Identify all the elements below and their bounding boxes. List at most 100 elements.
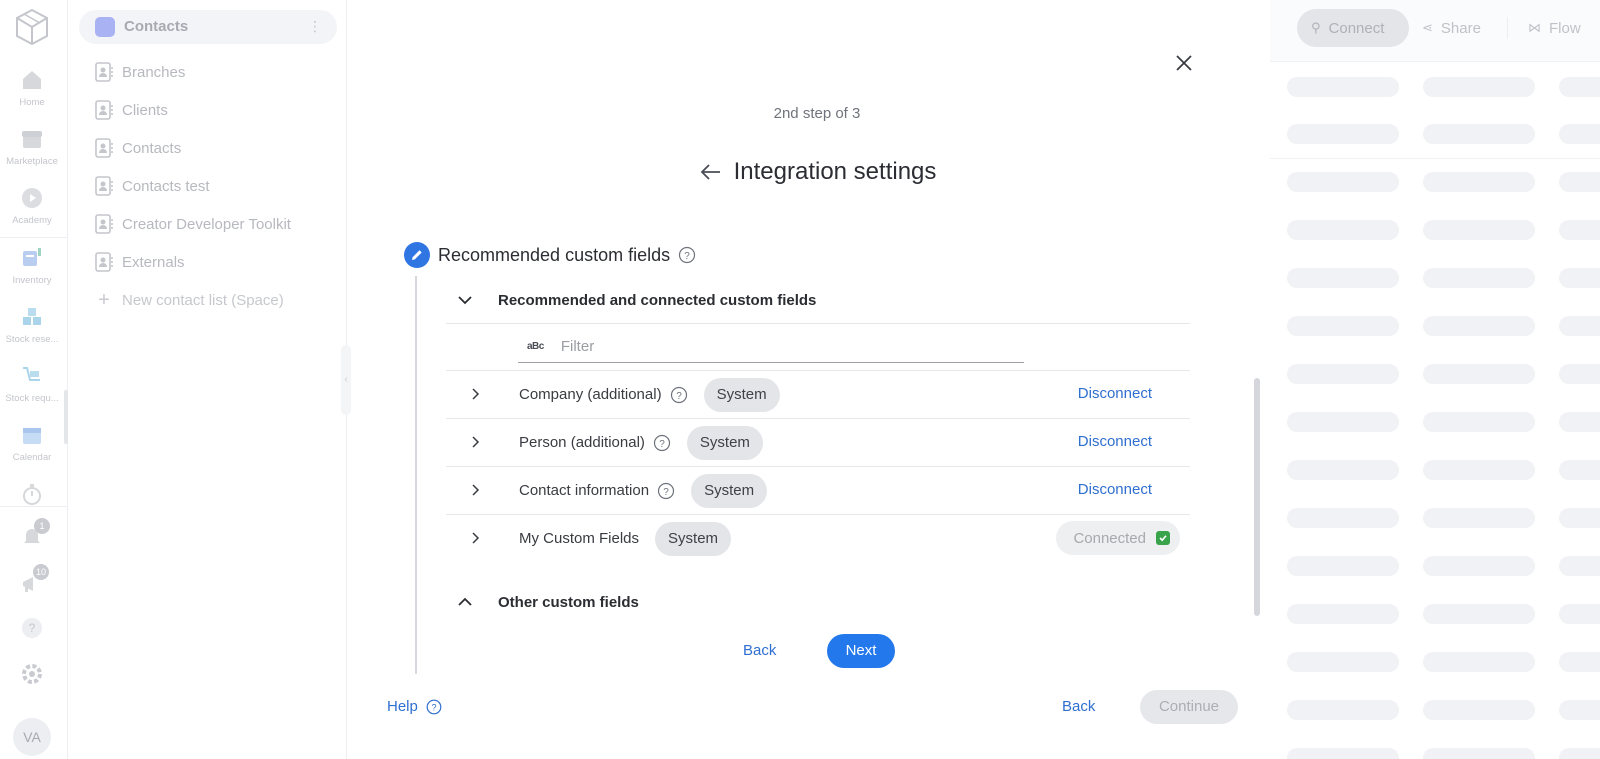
skeleton-cell [1423,652,1535,672]
field-name: My Custom Fields [519,530,640,547]
rail-item-settings[interactable] [0,662,64,686]
skeleton-cell [1287,556,1399,576]
rail-item-home[interactable]: Home [0,68,64,108]
next-button[interactable]: Next [827,634,895,668]
continue-button[interactable]: Continue [1140,690,1238,724]
store-icon [22,131,42,148]
step-indicator: 2nd step of 3 [773,105,861,122]
skeleton-cell [1423,460,1535,480]
rail-item-timer[interactable] [0,482,64,506]
chevron-right-icon[interactable] [466,433,484,451]
chevron-right-icon[interactable] [466,529,484,547]
app-rail: Home Marketplace Academy Inventory Stock… [0,0,68,759]
chevron-right-icon[interactable] [466,385,484,403]
skeleton-cell [1559,508,1600,528]
skeleton-cell [1559,316,1600,336]
new-contact-list-label: New contact list (Space) [122,291,284,309]
skeleton-cell [1287,652,1399,672]
custom-field-row: Contact information ? System Disconnect [446,467,1190,514]
rail-item-inventory[interactable]: Inventory [0,246,64,286]
contact-book-icon [95,100,113,120]
rail-label: Calendar [12,452,52,463]
stopwatch-icon [23,484,41,505]
flow-button[interactable]: ⋈ Flow [1528,9,1581,47]
skeleton-cell [1423,604,1535,624]
back-arrow-icon[interactable] [698,159,724,185]
svg-text:?: ? [676,391,682,402]
rail-item-marketplace[interactable]: Marketplace [0,127,64,167]
skeleton-cell [1559,556,1600,576]
section-title: Recommended custom fields [438,244,671,265]
step-back-button[interactable]: Back [743,642,776,659]
skeleton-cell [1423,364,1535,384]
cart-icon [23,367,40,381]
skeleton-cell [1287,748,1399,759]
rail-item-stock-requests[interactable]: Stock requ... [0,364,64,404]
filter-field[interactable]: aBc [518,331,1024,363]
sidebar-item-branches[interactable]: Branches [95,60,185,84]
more-vertical-icon[interactable]: ⋮ [308,18,322,35]
modal-title: Integration settings [733,158,937,185]
rail-item-help[interactable]: ? [0,616,64,640]
connect-button[interactable]: ⚲ Connect [1297,9,1409,47]
play-icon [22,188,42,208]
contact-book-icon [95,138,113,158]
skeleton-cell [1559,700,1600,720]
skeleton-cell [1423,748,1535,759]
rail-item-notifications[interactable] [0,524,64,548]
field-name: Contact information [519,482,650,499]
modal-scrollbar[interactable] [1254,378,1260,616]
svg-text:?: ? [431,702,436,712]
question-circle-icon[interactable]: ? [657,482,675,500]
sidebar-item-clients[interactable]: Clients [95,98,168,122]
home-icon [23,71,41,89]
connected-label: Connected [1073,529,1146,547]
back-button[interactable]: Back [1062,698,1095,715]
disconnect-button[interactable]: Disconnect [1078,433,1152,450]
rail-item-announcements[interactable] [0,572,64,596]
new-contact-list-button[interactable]: + New contact list (Space) [95,288,284,312]
sidebar-item-contacts-test[interactable]: Contacts test [95,174,210,198]
sidebar-item-creator-developer-toolkit[interactable]: Creator Developer Toolkit [95,212,291,236]
disconnect-button[interactable]: Disconnect [1078,481,1152,498]
sidebar-item-externals[interactable]: Externals [95,250,185,274]
rail-item-academy[interactable]: Academy [0,186,64,226]
app-logo-icon[interactable] [14,8,50,46]
disconnect-button[interactable]: Disconnect [1078,385,1152,402]
rail-item-stock-reservations[interactable]: Stock rese... [0,305,64,345]
group-label: Recommended and connected custom fields [498,291,817,309]
sidebar-item-contacts[interactable]: Contacts [95,136,181,160]
skeleton-cell [1287,77,1399,97]
sidebar-collapse-handle[interactable]: ‹ [341,345,351,415]
skeleton-cell [1287,316,1399,336]
other-custom-fields-group-toggle[interactable]: Other custom fields [455,592,639,612]
question-circle-icon[interactable]: ? [670,386,688,404]
sidebar-item-label: Contacts [122,139,182,157]
help-label: Help [387,698,418,715]
question-circle-icon[interactable]: ? [678,246,696,264]
skeleton-cell [1559,412,1600,432]
group-label: Other custom fields [498,593,639,611]
sidebar-header[interactable]: Contacts ⋮ [79,10,337,44]
skeleton-cell [1423,700,1535,720]
question-circle-icon[interactable]: ? [653,434,671,452]
custom-field-row: Company (additional) ? System Disconnect [446,371,1190,418]
skeleton-cell [1423,172,1535,192]
help-link[interactable]: Help ? [387,698,442,715]
filter-input[interactable] [560,338,991,355]
recommended-connected-group-toggle[interactable]: Recommended and connected custom fields [455,290,816,310]
skeleton-cell [1287,172,1399,192]
connected-status: Connected [1056,521,1180,555]
rail-label: Academy [12,215,52,226]
close-icon[interactable] [1171,50,1197,76]
rail-scrollbar[interactable] [64,390,68,444]
skeleton-cell [1559,268,1600,288]
share-button[interactable]: ⋖ Share [1422,9,1481,47]
rail-item-calendar[interactable]: Calendar [0,423,64,463]
announcements-badge: 10 [33,564,50,580]
board-toolbar: ⚲ Connect ⋖ Share ⋈ Flow [1270,0,1600,62]
user-avatar[interactable]: VA [13,718,51,756]
chevron-right-icon[interactable] [466,481,484,499]
skeleton-cell [1559,748,1600,759]
chevron-up-icon [458,597,472,606]
